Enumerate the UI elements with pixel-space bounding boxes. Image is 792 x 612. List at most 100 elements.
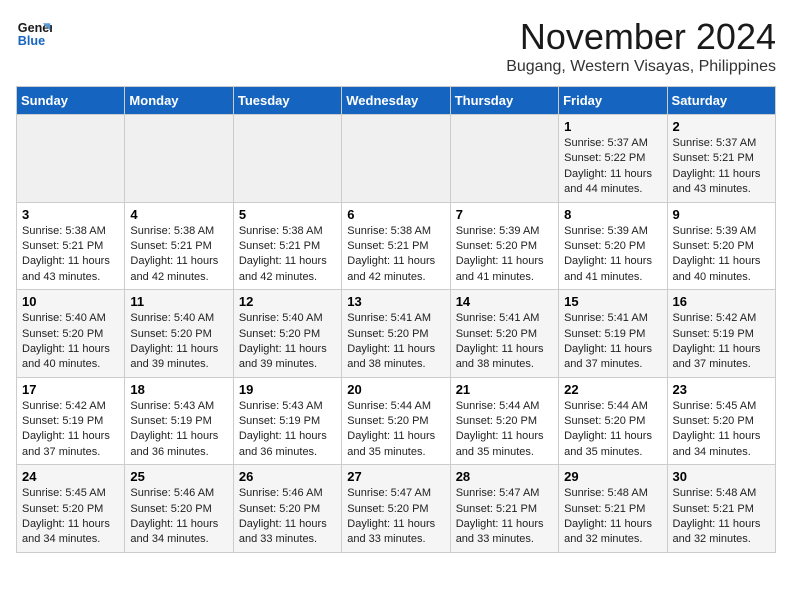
day-info: Sunrise: 5:43 AM Sunset: 5:19 PM Dayligh… xyxy=(130,399,227,461)
day-number: 20 xyxy=(347,382,444,397)
day-info: Sunrise: 5:45 AM Sunset: 5:20 PM Dayligh… xyxy=(22,486,119,548)
day-info: Sunrise: 5:39 AM Sunset: 5:20 PM Dayligh… xyxy=(564,224,661,286)
calendar-cell: 26 Sunrise: 5:46 AM Sunset: 5:20 PM Dayli… xyxy=(233,465,341,553)
day-number: 14 xyxy=(456,294,553,309)
calendar-cell: 30 Sunrise: 5:48 AM Sunset: 5:21 PM Dayli… xyxy=(667,465,775,553)
day-info: Sunrise: 5:40 AM Sunset: 5:20 PM Dayligh… xyxy=(22,311,119,373)
day-info: Sunrise: 5:41 AM Sunset: 5:20 PM Dayligh… xyxy=(347,311,444,373)
day-number: 4 xyxy=(130,207,227,222)
calendar-cell: 5 Sunrise: 5:38 AM Sunset: 5:21 PM Daylig… xyxy=(233,202,341,290)
day-info: Sunrise: 5:48 AM Sunset: 5:21 PM Dayligh… xyxy=(673,486,770,548)
weekday-header: Tuesday xyxy=(233,87,341,115)
calendar-cell: 10 Sunrise: 5:40 AM Sunset: 5:20 PM Dayli… xyxy=(17,290,125,378)
calendar-cell: 20 Sunrise: 5:44 AM Sunset: 5:20 PM Dayli… xyxy=(342,377,450,465)
day-info: Sunrise: 5:47 AM Sunset: 5:20 PM Dayligh… xyxy=(347,486,444,548)
calendar-cell: 29 Sunrise: 5:48 AM Sunset: 5:21 PM Dayli… xyxy=(559,465,667,553)
day-number: 16 xyxy=(673,294,770,309)
day-number: 11 xyxy=(130,294,227,309)
day-info: Sunrise: 5:41 AM Sunset: 5:20 PM Dayligh… xyxy=(456,311,553,373)
calendar-cell: 7 Sunrise: 5:39 AM Sunset: 5:20 PM Daylig… xyxy=(450,202,558,290)
day-number: 12 xyxy=(239,294,336,309)
day-info: Sunrise: 5:40 AM Sunset: 5:20 PM Dayligh… xyxy=(239,311,336,373)
day-number: 29 xyxy=(564,469,661,484)
calendar-cell: 25 Sunrise: 5:46 AM Sunset: 5:20 PM Dayli… xyxy=(125,465,233,553)
calendar-cell: 22 Sunrise: 5:44 AM Sunset: 5:20 PM Dayli… xyxy=(559,377,667,465)
title-section: November 2024 Bugang, Western Visayas, P… xyxy=(506,16,776,76)
logo: General Blue xyxy=(16,16,52,52)
day-info: Sunrise: 5:38 AM Sunset: 5:21 PM Dayligh… xyxy=(239,224,336,286)
weekday-header: Saturday xyxy=(667,87,775,115)
calendar-cell: 11Sunrise: 5:40 AM Sunset: 5:20 PM Dayli… xyxy=(125,290,233,378)
day-number: 15 xyxy=(564,294,661,309)
day-info: Sunrise: 5:48 AM Sunset: 5:21 PM Dayligh… xyxy=(564,486,661,548)
day-number: 10 xyxy=(22,294,119,309)
day-info: Sunrise: 5:38 AM Sunset: 5:21 PM Dayligh… xyxy=(347,224,444,286)
day-info: Sunrise: 5:42 AM Sunset: 5:19 PM Dayligh… xyxy=(22,399,119,461)
day-info: Sunrise: 5:45 AM Sunset: 5:20 PM Dayligh… xyxy=(673,399,770,461)
day-number: 2 xyxy=(673,119,770,134)
day-info: Sunrise: 5:46 AM Sunset: 5:20 PM Dayligh… xyxy=(239,486,336,548)
day-number: 5 xyxy=(239,207,336,222)
calendar-cell: 17 Sunrise: 5:42 AM Sunset: 5:19 PM Dayli… xyxy=(17,377,125,465)
day-number: 9 xyxy=(673,207,770,222)
weekday-header: Thursday xyxy=(450,87,558,115)
day-info: Sunrise: 5:44 AM Sunset: 5:20 PM Dayligh… xyxy=(347,399,444,461)
weekday-header: Wednesday xyxy=(342,87,450,115)
weekday-header: Sunday xyxy=(17,87,125,115)
day-info: Sunrise: 5:44 AM Sunset: 5:20 PM Dayligh… xyxy=(456,399,553,461)
svg-text:Blue: Blue xyxy=(18,34,45,48)
day-number: 25 xyxy=(130,469,227,484)
day-number: 7 xyxy=(456,207,553,222)
day-number: 30 xyxy=(673,469,770,484)
calendar-cell: 27 Sunrise: 5:47 AM Sunset: 5:20 PM Dayli… xyxy=(342,465,450,553)
day-number: 26 xyxy=(239,469,336,484)
day-info: Sunrise: 5:39 AM Sunset: 5:20 PM Dayligh… xyxy=(673,224,770,286)
logo-icon: General Blue xyxy=(16,16,52,52)
calendar-cell: 23 Sunrise: 5:45 AM Sunset: 5:20 PM Dayli… xyxy=(667,377,775,465)
day-number: 21 xyxy=(456,382,553,397)
day-info: Sunrise: 5:43 AM Sunset: 5:19 PM Dayligh… xyxy=(239,399,336,461)
weekday-header: Friday xyxy=(559,87,667,115)
page-header: General Blue November 2024 Bugang, Weste… xyxy=(16,16,776,76)
day-number: 24 xyxy=(22,469,119,484)
location: Bugang, Western Visayas, Philippines xyxy=(506,58,776,76)
day-number: 17 xyxy=(22,382,119,397)
day-number: 6 xyxy=(347,207,444,222)
calendar-cell: 24 Sunrise: 5:45 AM Sunset: 5:20 PM Dayli… xyxy=(17,465,125,553)
day-number: 3 xyxy=(22,207,119,222)
day-number: 13 xyxy=(347,294,444,309)
day-number: 23 xyxy=(673,382,770,397)
day-info: Sunrise: 5:39 AM Sunset: 5:20 PM Dayligh… xyxy=(456,224,553,286)
day-info: Sunrise: 5:47 AM Sunset: 5:21 PM Dayligh… xyxy=(456,486,553,548)
calendar-cell: 8 Sunrise: 5:39 AM Sunset: 5:20 PM Daylig… xyxy=(559,202,667,290)
day-info: Sunrise: 5:38 AM Sunset: 5:21 PM Dayligh… xyxy=(130,224,227,286)
calendar-table: SundayMondayTuesdayWednesdayThursdayFrid… xyxy=(16,86,776,553)
day-info: Sunrise: 5:37 AM Sunset: 5:22 PM Dayligh… xyxy=(564,136,661,198)
day-number: 22 xyxy=(564,382,661,397)
day-number: 27 xyxy=(347,469,444,484)
calendar-cell: 6 Sunrise: 5:38 AM Sunset: 5:21 PM Daylig… xyxy=(342,202,450,290)
day-number: 18 xyxy=(130,382,227,397)
calendar-cell xyxy=(17,115,125,203)
day-number: 8 xyxy=(564,207,661,222)
calendar-cell: 18 Sunrise: 5:43 AM Sunset: 5:19 PM Dayli… xyxy=(125,377,233,465)
day-info: Sunrise: 5:42 AM Sunset: 5:19 PM Dayligh… xyxy=(673,311,770,373)
calendar-cell: 2 Sunrise: 5:37 AM Sunset: 5:21 PM Daylig… xyxy=(667,115,775,203)
month-title: November 2024 xyxy=(506,16,776,58)
day-info: Sunrise: 5:41 AM Sunset: 5:19 PM Dayligh… xyxy=(564,311,661,373)
day-info: Sunrise: 5:37 AM Sunset: 5:21 PM Dayligh… xyxy=(673,136,770,198)
calendar-cell: 4 Sunrise: 5:38 AM Sunset: 5:21 PM Daylig… xyxy=(125,202,233,290)
calendar-cell: 3Sunrise: 5:38 AM Sunset: 5:21 PM Daylig… xyxy=(17,202,125,290)
calendar-cell: 15 Sunrise: 5:41 AM Sunset: 5:19 PM Dayli… xyxy=(559,290,667,378)
calendar-cell xyxy=(125,115,233,203)
calendar-cell: 21 Sunrise: 5:44 AM Sunset: 5:20 PM Dayli… xyxy=(450,377,558,465)
calendar-cell: 28 Sunrise: 5:47 AM Sunset: 5:21 PM Dayli… xyxy=(450,465,558,553)
day-number: 19 xyxy=(239,382,336,397)
day-number: 28 xyxy=(456,469,553,484)
calendar-cell: 1Sunrise: 5:37 AM Sunset: 5:22 PM Daylig… xyxy=(559,115,667,203)
calendar-cell: 9 Sunrise: 5:39 AM Sunset: 5:20 PM Daylig… xyxy=(667,202,775,290)
calendar-cell: 12 Sunrise: 5:40 AM Sunset: 5:20 PM Dayli… xyxy=(233,290,341,378)
calendar-cell: 19 Sunrise: 5:43 AM Sunset: 5:19 PM Dayli… xyxy=(233,377,341,465)
day-info: Sunrise: 5:44 AM Sunset: 5:20 PM Dayligh… xyxy=(564,399,661,461)
day-info: Sunrise: 5:46 AM Sunset: 5:20 PM Dayligh… xyxy=(130,486,227,548)
